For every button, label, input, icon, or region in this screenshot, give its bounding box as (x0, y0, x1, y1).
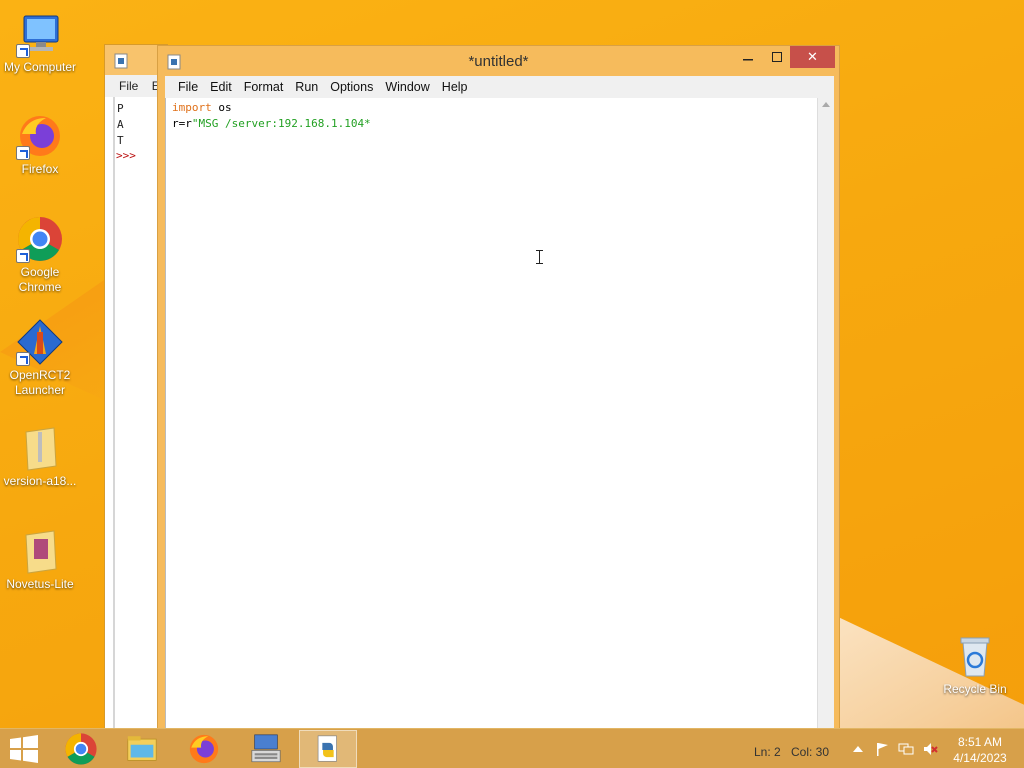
scroll-up-icon[interactable] (822, 102, 830, 107)
code-editor[interactable]: import os r=r"MSG /server:192.168.1.104* (165, 98, 817, 728)
chrome-icon (16, 215, 64, 263)
shell-gutter (113, 97, 115, 733)
volume-muted-icon[interactable] (922, 741, 938, 757)
show-hidden-icons-icon[interactable] (850, 741, 866, 757)
code-text: r=r (172, 117, 192, 130)
menu-run[interactable]: Run (289, 76, 324, 98)
taskbar-firefox[interactable] (175, 730, 233, 768)
menu-edit[interactable]: Edit (204, 76, 238, 98)
vertical-scrollbar[interactable] (817, 98, 834, 728)
recycle-bin-icon (951, 632, 999, 680)
text-cursor-icon (536, 250, 545, 264)
taskbar: Ln: 2 Col: 30 8:51 AM 4/14/2023 (0, 728, 1024, 768)
editor-menubar: File Edit Format Run Options Window Help (165, 76, 834, 98)
shortcut-arrow-icon (16, 249, 30, 263)
code-line-2: r=r"MSG /server:192.168.1.104* (172, 116, 817, 132)
shell-prompt: >>> (116, 149, 136, 162)
action-center-flag-icon[interactable] (874, 741, 890, 757)
shortcut-arrow-icon (16, 352, 30, 366)
code-line-1: import os (172, 100, 817, 116)
python-file-icon (114, 53, 128, 69)
start-button[interactable] (0, 729, 50, 768)
menu-format[interactable]: Format (238, 76, 290, 98)
keyboard-icon (251, 734, 281, 763)
file-explorer-icon (127, 736, 157, 761)
status-line: Ln: 2 (754, 745, 781, 759)
desktop-icon-openrct2-launcher[interactable]: OpenRCT2 Launcher (0, 318, 80, 398)
desktop-icon-version-folder[interactable]: version-a18... (0, 424, 80, 489)
close-button[interactable]: ✕ (790, 46, 835, 68)
windows-logo-icon (10, 735, 38, 763)
desktop-icon-label: Google Chrome (18, 265, 62, 294)
desktop-icon-label: Recycle Bin (943, 682, 1007, 696)
code-text: os (211, 101, 232, 114)
minimize-button[interactable] (735, 46, 761, 68)
editor-window[interactable]: *untitled* ✕ File Edit Format Run Option… (157, 45, 840, 740)
firefox-icon (189, 734, 219, 764)
openrct2-icon (16, 318, 64, 366)
minimize-icon (743, 59, 753, 61)
desktop-icon-novetus-lite[interactable]: Novetus-Lite (0, 527, 80, 592)
zip-folder-icon (16, 424, 64, 472)
clock[interactable]: 8:51 AM 4/14/2023 (948, 734, 1012, 766)
clock-date: 4/14/2023 (953, 751, 1007, 765)
shortcut-arrow-icon (16, 44, 30, 58)
shell-menu-file[interactable]: File (119, 79, 138, 93)
taskbar-python-idle[interactable] (299, 730, 357, 768)
close-icon: ✕ (807, 49, 818, 64)
maximize-icon (772, 52, 782, 62)
menu-help[interactable]: Help (436, 76, 474, 98)
desktop-icon-label: Novetus-Lite (6, 577, 74, 591)
taskbar-file-explorer[interactable] (113, 730, 171, 768)
menu-options[interactable]: Options (324, 76, 379, 98)
chrome-icon (65, 733, 97, 765)
network-icon[interactable] (898, 741, 914, 757)
shell-output: P A T (117, 102, 124, 147)
desktop-icon-label: OpenRCT2 Launcher (9, 368, 71, 397)
maximize-button[interactable] (763, 46, 791, 68)
zip-folder-icon (16, 527, 64, 575)
code-string: "MSG /server:192.168.1.104* (191, 117, 371, 130)
taskbar-chrome[interactable] (52, 730, 110, 768)
desktop-icon-my-computer[interactable]: My Computer (0, 10, 80, 75)
python-icon (317, 735, 337, 762)
shortcut-arrow-icon (16, 146, 30, 160)
desktop-icon-firefox[interactable]: Firefox (0, 112, 80, 177)
status-column: Col: 30 (791, 745, 830, 759)
desktop-icon-google-chrome[interactable]: Google Chrome (0, 215, 80, 295)
code-keyword: import (172, 101, 212, 114)
desktop-icon-label: Firefox (21, 162, 59, 176)
clock-time: 8:51 AM (957, 735, 1003, 749)
desktop-icon-label: My Computer (3, 60, 77, 74)
taskbar-on-screen-keyboard[interactable] (237, 730, 295, 768)
desktop-icon-recycle-bin[interactable]: Recycle Bin (935, 632, 1015, 697)
desktop-icon-label: version-a18... (3, 474, 77, 488)
menu-window[interactable]: Window (379, 76, 435, 98)
editor-titlebar[interactable]: *untitled* ✕ (158, 46, 839, 76)
computer-icon (16, 10, 64, 58)
menu-file[interactable]: File (172, 76, 204, 98)
firefox-icon (16, 112, 64, 160)
